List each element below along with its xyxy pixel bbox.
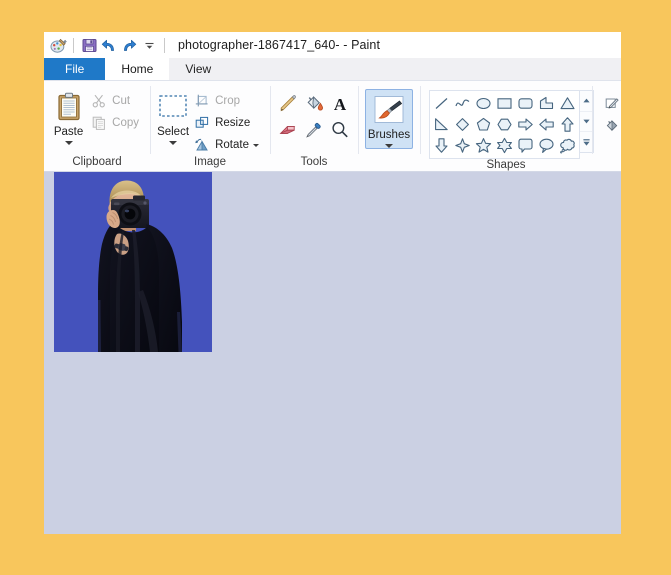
cloud-callout-shape[interactable] bbox=[557, 135, 578, 156]
ribbon-group-outline-fill: Out Fill bbox=[592, 81, 621, 171]
fill-bucket-icon[interactable] bbox=[301, 91, 327, 117]
six-point-star-shape[interactable] bbox=[494, 135, 515, 156]
outline-icon bbox=[603, 95, 621, 111]
line-shape[interactable] bbox=[431, 93, 452, 114]
oval-callout-shape[interactable] bbox=[536, 135, 557, 156]
toolbar-separator-1 bbox=[73, 37, 74, 53]
rectangle-shape[interactable] bbox=[494, 93, 515, 114]
select-button[interactable]: Select bbox=[157, 87, 189, 145]
brushes-caret-icon[interactable] bbox=[385, 144, 393, 148]
copy-label: Copy bbox=[112, 117, 139, 129]
toolbar-separator-2 bbox=[164, 37, 165, 53]
cut-label: Cut bbox=[112, 95, 131, 107]
tab-home[interactable]: Home bbox=[105, 58, 170, 80]
ribbon-group-image: Select Crop Resize Rotate Image bbox=[150, 81, 270, 171]
rotate-button[interactable]: Rotate bbox=[189, 135, 263, 155]
hexagon-shape[interactable] bbox=[494, 114, 515, 135]
resize-label: Resize bbox=[215, 117, 251, 129]
tools-group-label: Tools bbox=[300, 156, 328, 168]
down-arrow-shape[interactable] bbox=[431, 135, 452, 156]
up-arrow-shape[interactable] bbox=[557, 114, 578, 135]
outline-fill-buttons: Out Fill bbox=[599, 87, 621, 136]
paste-label: Paste bbox=[53, 126, 84, 138]
brush-icon bbox=[373, 93, 405, 127]
brushes-button[interactable]: Brushes bbox=[365, 89, 413, 149]
cut-button[interactable]: Cut bbox=[86, 91, 143, 111]
window-title: photographer-1867417_640- - Paint bbox=[178, 38, 381, 52]
left-arrow-shape[interactable] bbox=[536, 114, 557, 135]
polygon-shape[interactable] bbox=[536, 93, 557, 114]
magnifier-icon[interactable] bbox=[327, 117, 353, 143]
undo-icon[interactable] bbox=[99, 35, 119, 55]
screenshot-background: photographer-1867417_640- - Paint File H… bbox=[0, 0, 671, 575]
copy-button[interactable]: Copy bbox=[86, 113, 143, 133]
ribbon-tab-strip: File Home View bbox=[44, 58, 621, 81]
eraser-icon[interactable] bbox=[275, 117, 301, 143]
ribbon: Paste Cut Copy Clipboard Select Crop Res… bbox=[44, 81, 621, 172]
ribbon-group-shapes: Shapes bbox=[420, 81, 594, 171]
paint-window: photographer-1867417_640- - Paint File H… bbox=[44, 32, 621, 534]
fill-icon bbox=[603, 118, 621, 134]
clipboard-group-label: Clipboard bbox=[72, 156, 122, 168]
rotate-label: Rotate bbox=[215, 139, 249, 151]
rotate-caret-icon[interactable] bbox=[253, 143, 259, 147]
shapes-grid bbox=[431, 93, 578, 156]
paste-caret-icon[interactable] bbox=[64, 141, 73, 145]
canvas-workspace[interactable] bbox=[44, 172, 621, 534]
save-icon[interactable] bbox=[79, 35, 99, 55]
right-triangle-shape[interactable] bbox=[431, 114, 452, 135]
brushes-label: Brushes bbox=[367, 129, 411, 141]
shapes-gallery bbox=[429, 87, 594, 159]
crop-icon bbox=[193, 93, 211, 109]
outline-fill-group-label bbox=[592, 168, 621, 171]
dashed-rectangle-icon bbox=[157, 90, 189, 124]
customize-quick-access-chevron-icon[interactable] bbox=[139, 35, 159, 55]
rounded-rectangle-shape[interactable] bbox=[515, 93, 536, 114]
color-picker-icon[interactable] bbox=[301, 117, 327, 143]
resize-icon bbox=[193, 115, 211, 131]
oval-shape[interactable] bbox=[473, 93, 494, 114]
diamond-shape[interactable] bbox=[452, 114, 473, 135]
scissors-icon bbox=[90, 93, 108, 109]
rounded-callout-shape[interactable] bbox=[515, 135, 536, 156]
tab-file[interactable]: File bbox=[44, 58, 106, 80]
copy-icon bbox=[90, 115, 108, 131]
ribbon-group-tools: A Tools bbox=[270, 81, 358, 171]
right-arrow-shape[interactable] bbox=[515, 114, 536, 135]
title-bar: photographer-1867417_640- - Paint bbox=[44, 32, 621, 58]
redo-icon[interactable] bbox=[119, 35, 139, 55]
paste-button[interactable]: Paste bbox=[51, 87, 86, 145]
fill-button[interactable]: Fill bbox=[599, 116, 621, 136]
canvas-image[interactable] bbox=[54, 172, 212, 352]
rotate-icon bbox=[193, 137, 211, 153]
clipboard-icon bbox=[56, 90, 82, 124]
crop-label: Crop bbox=[215, 95, 241, 107]
tab-view[interactable]: View bbox=[169, 58, 227, 80]
paint-palette-icon[interactable] bbox=[48, 35, 68, 55]
ribbon-group-clipboard: Paste Cut Copy Clipboard bbox=[44, 81, 150, 171]
photographer-photo bbox=[54, 172, 212, 352]
quick-access-toolbar bbox=[48, 34, 170, 56]
resize-button[interactable]: Resize bbox=[189, 113, 263, 133]
clipboard-small-buttons: Cut Copy bbox=[86, 87, 143, 133]
image-small-buttons: Crop Resize Rotate bbox=[189, 87, 263, 155]
svg-text:A: A bbox=[334, 95, 347, 114]
tools-grid: A bbox=[275, 87, 353, 143]
outline-button[interactable]: Out bbox=[599, 93, 621, 113]
pentagon-shape[interactable] bbox=[473, 114, 494, 135]
text-icon[interactable]: A bbox=[327, 91, 353, 117]
five-point-star-shape[interactable] bbox=[473, 135, 494, 156]
curve-shape[interactable] bbox=[452, 93, 473, 114]
brushes-group-label bbox=[358, 168, 420, 171]
triangle-shape[interactable] bbox=[557, 93, 578, 114]
ribbon-group-brushes: Brushes bbox=[358, 81, 420, 171]
select-label: Select bbox=[157, 126, 190, 138]
four-point-star-shape[interactable] bbox=[452, 135, 473, 156]
select-caret-icon[interactable] bbox=[169, 141, 178, 145]
pencil-icon[interactable] bbox=[275, 91, 301, 117]
crop-button[interactable]: Crop bbox=[189, 91, 263, 111]
image-group-label: Image bbox=[194, 156, 226, 168]
